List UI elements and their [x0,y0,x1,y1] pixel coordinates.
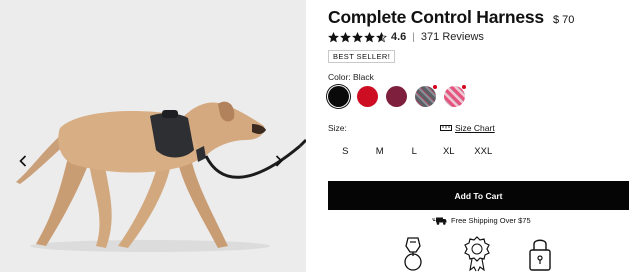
star-icon [352,31,363,42]
color-swatch-gray-pattern[interactable] [415,85,437,107]
award-ribbon-icon [464,236,490,272]
rating-separator: | [412,31,415,43]
free-shipping-label: Free Shipping Over $75 [451,216,531,225]
size-option-xl[interactable]: XL [432,143,467,159]
lock-icon [529,239,551,271]
chevron-left-icon [19,155,27,167]
star-icon [376,31,387,42]
ruler-icon [440,125,452,131]
product-price: $ 70 [552,14,575,26]
next-image-button[interactable] [272,152,286,170]
product-photo [0,0,306,272]
star-icon [364,31,375,42]
size-option-l[interactable]: L [397,143,432,159]
previous-image-button[interactable] [16,152,30,170]
star-rating [328,31,387,43]
star-icon [340,31,351,42]
color-label: Color: Black [328,72,374,82]
product-details-panel: Complete Control Harness $ 70 4.6 | 371 … [328,0,640,272]
color-swatches [328,85,466,107]
color-swatch-black[interactable] [328,86,349,107]
star-icon [328,31,339,42]
size-option-s[interactable]: S [328,143,363,159]
free-shipping-note: Free Shipping Over $75 [432,216,531,225]
truck-icon [432,217,447,225]
size-chart-label: Size Chart [455,123,495,133]
new-indicator-dot [462,85,466,89]
rating-value: 4.6 [391,31,407,43]
size-option-xxl[interactable]: XXL [466,143,501,159]
chevron-right-icon [275,155,283,167]
product-image-gallery [0,0,306,272]
add-to-cart-button[interactable]: Add To Cart [328,181,629,210]
reviews-link[interactable]: 371 Reviews [421,31,484,43]
color-swatch-burgundy[interactable] [386,86,407,107]
size-options: S M L XL XXL [328,143,512,159]
color-swatch-pink-pattern[interactable] [444,85,466,107]
clip-icon [404,237,422,271]
title-row: Complete Control Harness $ 70 [328,7,574,28]
size-label: Size: [328,123,347,133]
best-seller-badge: BEST SELLER! [328,50,396,63]
size-option-m[interactable]: M [363,143,398,159]
size-chart-link[interactable]: Size Chart [440,123,495,133]
rating-row: 4.6 | 371 Reviews [328,31,484,43]
product-title: Complete Control Harness [328,7,544,27]
feature-icons [400,236,560,272]
color-swatch-red[interactable] [357,86,378,107]
new-indicator-dot [433,85,437,89]
